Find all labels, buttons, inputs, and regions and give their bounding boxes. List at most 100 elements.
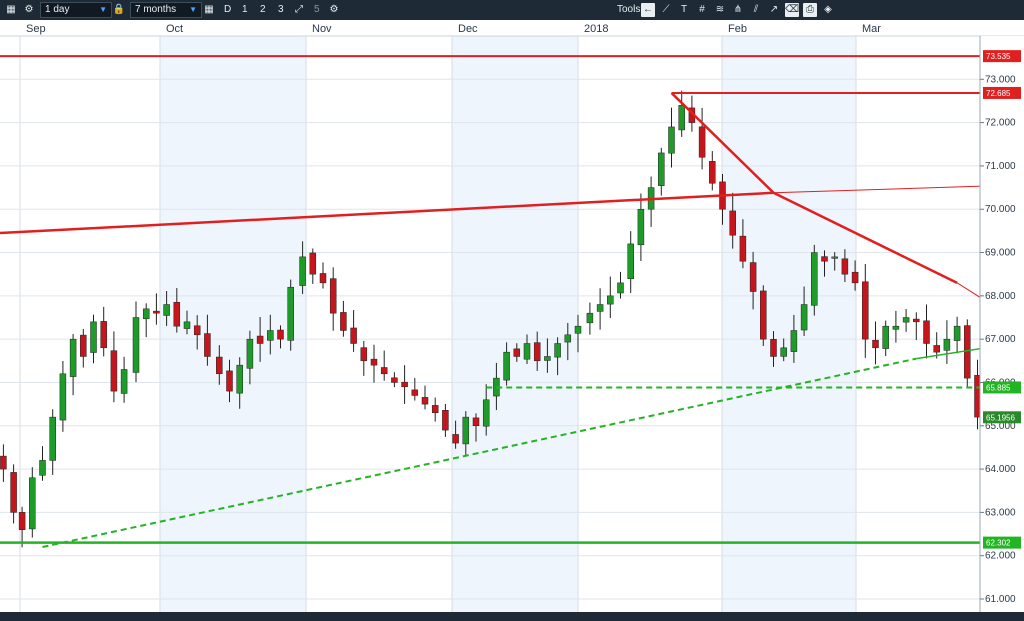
channel-icon[interactable]: ⫽ <box>749 3 763 17</box>
candle <box>964 325 971 379</box>
price-axis: 61.00062.00063.00064.00065.00066.00067.0… <box>979 36 1024 612</box>
candle <box>59 373 67 421</box>
candle <box>462 416 470 445</box>
expand-icon[interactable]: ⤢ <box>292 3 306 17</box>
price-tick-label: 69.000 <box>985 248 1016 259</box>
interval-value: 1 day <box>45 4 70 15</box>
pitchfork-icon[interactable]: ⋔ <box>731 3 745 17</box>
candle <box>132 317 140 373</box>
candle <box>90 321 97 353</box>
page-number[interactable]: 5 <box>314 2 320 18</box>
candle <box>851 271 859 284</box>
candle <box>391 377 398 383</box>
crosshair-icon[interactable]: # <box>695 3 709 17</box>
month-label: Sep <box>26 23 46 35</box>
candle <box>933 345 940 353</box>
candle <box>533 342 541 362</box>
price-tick-label: 62.000 <box>985 551 1016 562</box>
candle <box>953 325 961 341</box>
arrow-left-icon[interactable]: ← <box>641 3 655 17</box>
price-tick-label: 70.000 <box>985 204 1016 215</box>
candle <box>329 278 337 314</box>
layers-icon[interactable]: ◈ <box>821 3 835 17</box>
trend-up-icon[interactable]: ↗ <box>767 3 781 17</box>
month-label: 2018 <box>584 23 608 35</box>
candle <box>0 455 7 470</box>
chevron-down-icon: ▼ <box>99 5 107 14</box>
candle <box>709 161 716 184</box>
candle <box>780 347 787 357</box>
candle <box>513 348 521 357</box>
candle <box>39 460 46 476</box>
grid-icon[interactable]: ▦ <box>4 3 18 17</box>
price-tag: 65.1956 <box>983 411 1021 424</box>
interval-select[interactable]: 1 day ▼ <box>40 2 112 18</box>
candle <box>173 302 181 327</box>
candle <box>923 320 930 344</box>
candle <box>668 126 675 154</box>
price-tag: 65.885 <box>983 381 1021 394</box>
footer-bar <box>0 612 1024 621</box>
candle <box>729 210 736 236</box>
candle <box>800 304 808 331</box>
candle <box>340 312 347 331</box>
period-button-2[interactable]: 2 <box>260 2 266 18</box>
candle <box>120 369 128 394</box>
candle <box>821 256 828 262</box>
candle <box>256 335 264 344</box>
price-tick-label: 67.000 <box>985 334 1016 345</box>
candle <box>749 262 757 292</box>
candle <box>574 325 582 334</box>
candle <box>421 397 429 405</box>
candle <box>770 339 777 357</box>
candle <box>100 321 107 349</box>
price-tag: 73.535 <box>983 50 1021 63</box>
candle <box>902 317 910 323</box>
candle <box>69 338 77 377</box>
period-button-3[interactable]: 3 <box>278 2 284 18</box>
price-tick-label: 72.000 <box>985 118 1016 129</box>
candle <box>554 343 561 358</box>
candle <box>892 325 900 330</box>
month-label: Feb <box>728 23 747 35</box>
text-tool-icon[interactable]: T <box>677 3 691 17</box>
candle <box>287 286 294 341</box>
tools-label: Tools <box>617 4 641 15</box>
price-tag-label: 73.535 <box>986 52 1011 61</box>
candle <box>760 290 767 340</box>
candle <box>913 318 920 323</box>
month-label: Mar <box>862 23 881 35</box>
eraser-icon[interactable]: ⌫ <box>785 3 799 17</box>
candle <box>401 381 408 388</box>
chart-toolbar: ▦ ⚙ 1 day ▼ 🔒 7 months ▼ ▦ D 1 2 3 ⤢ 5 ⚙ T… <box>0 0 1024 20</box>
candle <box>267 330 274 341</box>
candle <box>841 258 849 275</box>
gear-icon[interactable]: ⚙ <box>327 3 341 17</box>
line-tool-icon[interactable]: ⟋ <box>659 3 673 17</box>
candle <box>503 351 510 381</box>
chevron-down-icon: ▼ <box>189 5 197 14</box>
price-tag: 62.302 <box>983 536 1021 549</box>
price-tag-label: 65.885 <box>986 383 1011 392</box>
candle <box>360 347 368 362</box>
candle <box>596 304 604 312</box>
fibonacci-icon[interactable]: ≋ <box>713 3 727 17</box>
period-button-1[interactable]: 1 <box>242 2 248 18</box>
candle <box>236 364 243 394</box>
candle <box>882 325 889 349</box>
lock-icon[interactable]: 🔒 <box>112 3 126 17</box>
price-chart[interactable]: Sep Oct Nov Dec 2018 Feb Mar 61.000 62.000 63.00… <box>0 20 1024 612</box>
print-icon[interactable]: ⎙ <box>803 3 817 17</box>
period-button-d[interactable]: D <box>224 2 231 18</box>
calendar-icon[interactable]: ▦ <box>202 3 216 17</box>
range-select[interactable]: 7 months ▼ <box>130 2 202 18</box>
settings-icon[interactable]: ⚙ <box>22 3 36 17</box>
candle <box>790 330 798 352</box>
candle <box>49 416 56 461</box>
range-value: 7 months <box>135 4 177 15</box>
candle <box>431 405 439 414</box>
candle <box>862 281 869 340</box>
candle <box>163 304 170 316</box>
candle <box>411 389 419 396</box>
candle <box>309 252 317 275</box>
